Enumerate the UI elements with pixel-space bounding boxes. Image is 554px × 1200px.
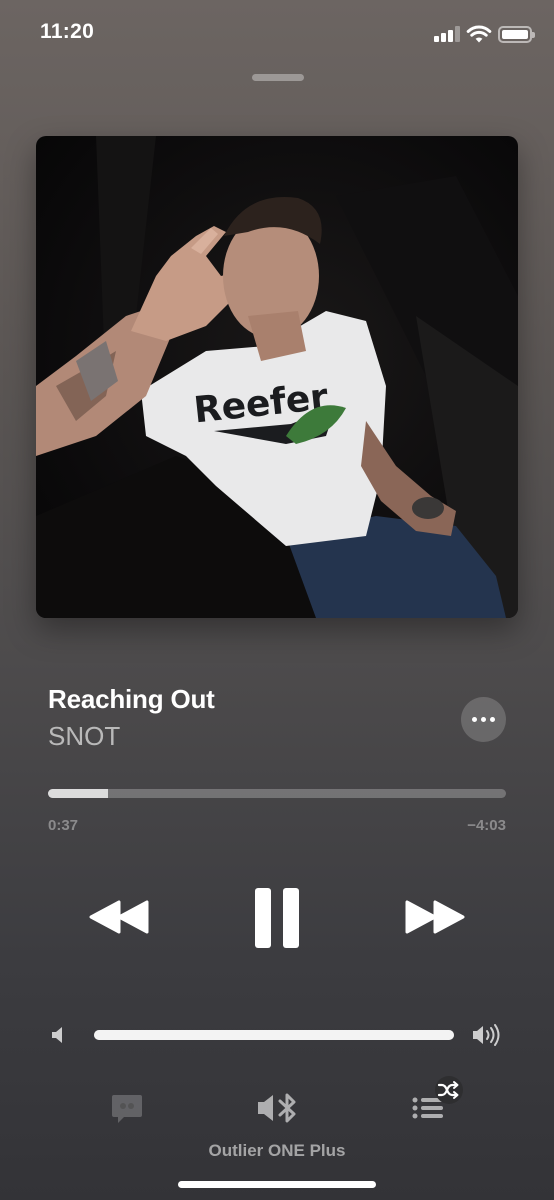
status-time: 11:20 xyxy=(40,20,95,43)
queue-shuffle-icon xyxy=(412,1076,463,1119)
output-device-name: Outlier ONE Plus xyxy=(208,1141,346,1160)
pause-button[interactable] xyxy=(254,887,300,954)
rewind-button[interactable] xyxy=(88,898,150,941)
speaker-bluetooth-icon xyxy=(258,1093,296,1123)
lyrics-icon xyxy=(112,1095,142,1123)
playback-progress-slider[interactable] xyxy=(48,789,506,798)
queue-button[interactable] xyxy=(410,1076,466,1129)
track-artist[interactable]: SNOT xyxy=(48,721,120,752)
lyrics-button[interactable] xyxy=(110,1093,144,1130)
wifi-icon xyxy=(466,24,492,49)
fast-forward-icon xyxy=(405,900,465,934)
progress-fill xyxy=(48,789,108,798)
volume-fill xyxy=(94,1030,454,1040)
sheet-grabber[interactable] xyxy=(252,74,304,81)
more-options-button[interactable] xyxy=(461,697,506,742)
home-indicator[interactable] xyxy=(178,1181,376,1188)
battery-icon xyxy=(498,26,535,43)
rewind-icon xyxy=(89,900,149,934)
cellular-signal-icon xyxy=(434,26,460,42)
airplay-device-button[interactable] xyxy=(256,1092,302,1129)
track-title: Reaching Out xyxy=(48,684,215,714)
ellipsis-icon xyxy=(472,717,477,722)
status-bar: 11:20 xyxy=(0,0,554,70)
volume-high-icon xyxy=(471,1023,505,1052)
remaining-time: −4:03 xyxy=(467,817,506,834)
album-artwork: Reefer xyxy=(36,136,518,618)
pause-icon xyxy=(255,888,299,948)
volume-slider[interactable] xyxy=(94,1030,454,1040)
elapsed-time: 0:37 xyxy=(48,817,79,834)
fast-forward-button[interactable] xyxy=(404,898,466,941)
volume-low-icon xyxy=(50,1025,68,1050)
